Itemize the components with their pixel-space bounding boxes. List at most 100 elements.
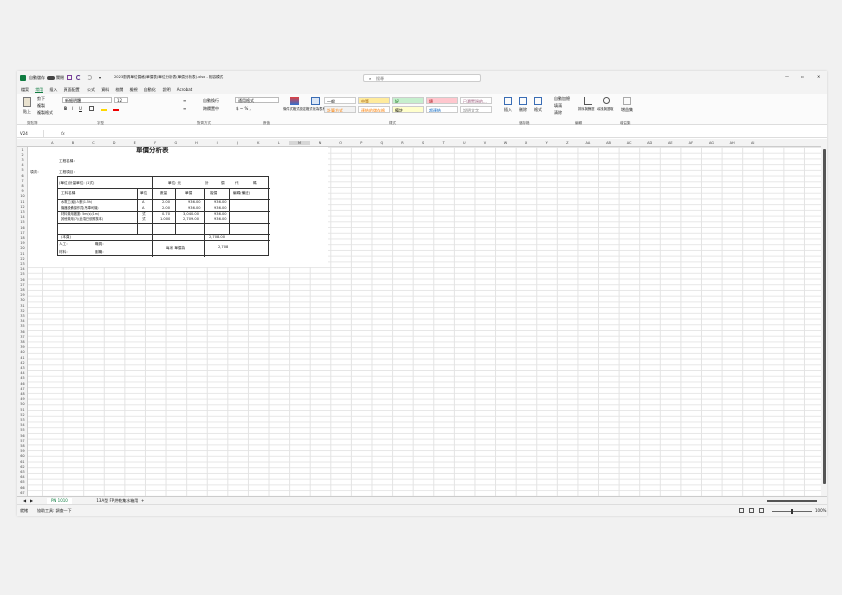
column-header-N[interactable]: N [310, 141, 331, 145]
currency-button[interactable]: $ ~ % , [236, 107, 251, 111]
row-header-16[interactable]: 16 [17, 226, 28, 230]
menu-tab-10[interactable]: Acrobat [177, 88, 192, 92]
column-header-S[interactable]: S [413, 141, 434, 145]
cell-style-0[interactable]: 一般 [324, 97, 356, 104]
format-as-table-icon[interactable] [311, 97, 320, 105]
row-header-45[interactable]: 45 [17, 376, 28, 380]
menu-tab-8[interactable]: 自動化 [144, 88, 156, 92]
merge-center-button[interactable]: 跨欄置中 [203, 107, 219, 111]
row-header-44[interactable]: 44 [17, 371, 28, 375]
copy-button[interactable]: 複製 [37, 104, 45, 108]
next-sheet-icon[interactable]: ▶ [30, 499, 33, 503]
sort-filter-button[interactable]: 排序與篩選 [578, 107, 594, 111]
underline-button[interactable]: U [79, 107, 82, 111]
column-header-AF[interactable]: AF [681, 141, 702, 145]
fx-icon[interactable]: fx [61, 131, 65, 136]
column-header-V[interactable]: V [475, 141, 496, 145]
paste-icon[interactable] [23, 97, 31, 107]
addin-button[interactable]: 增益集 [621, 108, 633, 112]
bold-button[interactable]: B [64, 107, 67, 111]
row-header-46[interactable]: 46 [17, 382, 28, 386]
menu-tab-1[interactable]: 常用 [35, 88, 44, 93]
row-header-24[interactable]: 24 [17, 267, 28, 271]
row-header-10[interactable]: 10 [17, 194, 28, 198]
prev-sheet-icon[interactable]: ◀ [23, 499, 26, 503]
column-header-X[interactable]: X [516, 141, 537, 145]
column-header-AI[interactable]: AI [742, 141, 763, 145]
row-header-14[interactable]: 14 [17, 215, 28, 219]
row-header-2[interactable]: 2 [17, 153, 28, 157]
row-header-27[interactable]: 27 [17, 283, 28, 287]
column-header-E[interactable]: E [124, 141, 145, 145]
row-header-58[interactable]: 58 [17, 444, 28, 448]
column-header-Z[interactable]: Z [557, 141, 578, 145]
close-button[interactable]: ✕ [817, 75, 820, 79]
row-header-60[interactable]: 60 [17, 454, 28, 458]
column-header-R[interactable]: R [392, 141, 413, 145]
row-header-3[interactable]: 3 [17, 158, 28, 162]
row-header-42[interactable]: 42 [17, 361, 28, 365]
align-center-icon[interactable]: ≡ [183, 107, 186, 111]
find-select-button[interactable]: 尋找與選取 [597, 107, 613, 111]
font-size-select[interactable]: 12 [114, 97, 128, 103]
row-header-50[interactable]: 50 [17, 402, 28, 406]
row-header-54[interactable]: 54 [17, 423, 28, 427]
menu-tab-9[interactable]: 說明 [163, 88, 171, 92]
row-header-12[interactable]: 12 [17, 205, 28, 209]
row-header-17[interactable]: 17 [17, 231, 28, 235]
row-header-49[interactable]: 49 [17, 397, 28, 401]
format-as-table-button[interactable]: 格式化為表格 [306, 107, 326, 111]
insert-cells-button[interactable]: 插入 [504, 108, 512, 112]
worksheet-grid[interactable]: 單價分析表 工程名稱： 項次： 工程項目： (單位)計量單位: (1式) 單位:… [28, 147, 821, 496]
row-header-15[interactable]: 15 [17, 220, 28, 224]
column-header-I[interactable]: I [207, 141, 228, 145]
row-header-56[interactable]: 56 [17, 434, 28, 438]
row-header-8[interactable]: 8 [17, 184, 28, 188]
cell-style-9[interactable]: 說明文字 [460, 106, 492, 113]
column-header-B[interactable]: B [63, 141, 84, 145]
column-header-H[interactable]: H [186, 141, 207, 145]
row-header-9[interactable]: 9 [17, 189, 28, 193]
redo-icon[interactable] [87, 75, 92, 80]
row-header-13[interactable]: 13 [17, 210, 28, 214]
column-header-J[interactable]: J [227, 141, 248, 145]
zoom-level[interactable]: 100% [815, 509, 826, 513]
row-header-64[interactable]: 64 [17, 475, 28, 479]
menu-tab-2[interactable]: 插入 [49, 88, 57, 92]
column-header-K[interactable]: K [248, 141, 269, 145]
delete-cells-button[interactable]: 刪除 [519, 108, 527, 112]
autosave-toggle[interactable] [47, 75, 55, 80]
menu-tab-6[interactable]: 校閱 [115, 88, 123, 92]
conditional-format-button[interactable]: 條件式格式設定 [283, 107, 306, 111]
format-cells-button[interactable]: 格式 [534, 108, 542, 112]
cell-style-8[interactable]: 超連結 [426, 106, 458, 113]
row-header-25[interactable]: 25 [17, 272, 28, 276]
font-color-icon[interactable] [113, 106, 119, 111]
cell-style-5[interactable]: 計算方式 [324, 106, 356, 113]
sort-filter-icon[interactable] [584, 97, 592, 105]
row-header-22[interactable]: 22 [17, 257, 28, 261]
row-header-35[interactable]: 35 [17, 324, 28, 328]
undo-icon[interactable] [76, 75, 81, 80]
row-header-40[interactable]: 40 [17, 350, 28, 354]
column-header-T[interactable]: T [433, 141, 454, 145]
scroll-thumb[interactable] [822, 149, 826, 484]
menu-tab-4[interactable]: 公式 [87, 88, 95, 92]
row-header-32[interactable]: 32 [17, 309, 28, 313]
formula-input[interactable] [71, 130, 821, 137]
column-header-AB[interactable]: AB [598, 141, 619, 145]
addin-icon[interactable] [623, 97, 631, 105]
row-header-4[interactable]: 4 [17, 163, 28, 167]
row-header-63[interactable]: 63 [17, 470, 28, 474]
row-header-23[interactable]: 23 [17, 262, 28, 266]
menu-tab-3[interactable]: 頁面配置 [64, 88, 80, 92]
row-header-19[interactable]: 19 [17, 241, 28, 245]
row-header-53[interactable]: 53 [17, 418, 28, 422]
row-header-59[interactable]: 59 [17, 449, 28, 453]
row-header-57[interactable]: 57 [17, 439, 28, 443]
row-header-39[interactable]: 39 [17, 345, 28, 349]
row-header-43[interactable]: 43 [17, 366, 28, 370]
column-header-Q[interactable]: Q [372, 141, 393, 145]
normal-view-icon[interactable] [739, 508, 744, 513]
row-header-7[interactable]: 7 [17, 179, 28, 183]
